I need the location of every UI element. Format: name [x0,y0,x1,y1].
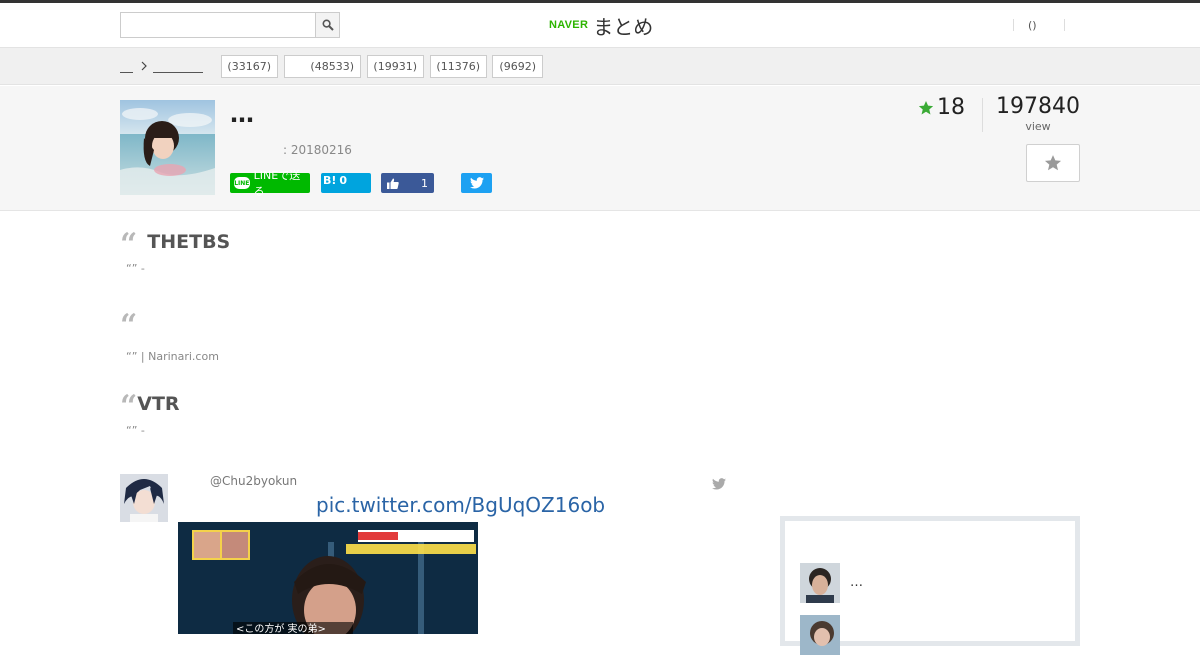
star-icon [918,100,934,114]
article-title: … [230,100,255,128]
sidebar-item-image [800,615,840,655]
line-share-button[interactable]: LINE LINEで送る [230,169,310,198]
quote-icon: “ [120,389,138,424]
header-links: () [1013,17,1065,33]
sidebar-item[interactable]: … [800,563,1070,603]
thumbnail-image [120,100,215,195]
view-count: 197840 view [996,94,1080,133]
breadcrumb-home-link[interactable] [120,59,133,73]
add-favorite-button[interactable] [1026,144,1080,182]
facebook-count: 1 [421,176,428,190]
quote-source-link[interactable]: “” - [126,262,230,275]
search-box [120,12,340,38]
favorite-number: 18 [937,95,965,120]
site-header: NAVER まとめ () [0,3,1200,48]
hatena-icon: B! [323,174,337,187]
divider [982,98,983,132]
divider [1013,19,1014,31]
tweet-pic-link[interactable]: pic.twitter.com/BgUqOZ16ob [316,493,605,517]
chip-count: (11376) [436,60,480,73]
quote-icon: “ [120,308,138,343]
category-bar: (33167) (48533) (19931) (11376) (9692) [0,48,1200,85]
article-thumbnail[interactable] [120,100,215,195]
quote-source-link[interactable]: “” - [126,424,180,437]
chip-count: (9692) [499,60,536,73]
tweet-handle[interactable]: @Chu2byokun [210,474,297,488]
quote-source-link[interactable]: “” | Narinari.com [126,350,219,363]
site-logo[interactable]: NAVER まとめ [549,12,654,39]
chip-count: (33167) [227,60,271,73]
person-photo [800,563,840,603]
breadcrumb-category-link[interactable] [153,59,203,73]
tweet-image[interactable]: <この方が 実の弟> [178,522,478,634]
tv-screenshot-image: <この方が 実の弟> [178,522,478,634]
header-link[interactable]: () [1028,19,1056,32]
chip-count: (19931) [373,60,417,73]
quote-block: “ “” | Narinari.com [120,308,219,364]
view-number: 197840 [996,94,1080,119]
hatena-count: 0 [339,174,348,187]
star-icon [1044,155,1062,171]
category-chip[interactable]: (9692) [492,55,543,78]
search-input[interactable] [121,13,315,37]
quote-icon: “ [120,227,138,262]
article-date: : 20180216 [283,143,352,157]
sidebar-item-title: … [850,575,863,590]
search-button[interactable] [315,13,339,37]
person-photo [800,615,840,655]
category-chip[interactable]: (48533) [284,55,361,78]
sidebar-item[interactable] [800,615,1070,655]
sidebar-item-image [800,563,840,603]
twitter-share-button[interactable] [461,173,492,193]
article-header: … : 20180216 LINE LINEで送る B! 0 1 18 1978… [0,86,1200,211]
logo-naver-text: NAVER [549,19,589,31]
logo-matome-text: まとめ [593,14,654,39]
quote-title: THETBS [147,231,231,253]
embedded-tweet: @Chu2byokun pic.twitter.com/BgUqOZ16ob <… [120,474,726,634]
quote-title: VTR [137,393,180,415]
search-icon [322,19,334,31]
facebook-like-button[interactable]: 1 [381,173,434,193]
breadcrumb [120,58,203,74]
divider [1064,19,1065,31]
hatena-bookmark-button[interactable]: B! 0 [321,173,371,193]
category-chip[interactable]: (11376) [430,55,487,78]
favorite-count: 18 [918,95,965,120]
chevron-right-icon [141,61,147,71]
media-caption: <この方が 実の弟> [236,622,326,634]
thumbs-up-icon [387,178,399,189]
quote-block: “ VTR “” - [120,389,180,438]
twitter-icon [469,177,484,189]
line-icon: LINE [234,177,250,189]
tweet-bird[interactable] [712,475,726,494]
view-label: view [1025,120,1051,133]
category-chip[interactable]: (33167) [221,55,278,78]
line-share-label: LINEで送る [253,169,301,198]
chip-count: (48533) [310,60,354,73]
twitter-icon [712,478,726,490]
avatar-image [120,474,168,522]
avatar[interactable] [120,474,168,522]
quote-block: “ THETBS “” - [120,227,231,276]
category-chip[interactable]: (19931) [367,55,424,78]
sidebar-box: … [780,516,1080,655]
